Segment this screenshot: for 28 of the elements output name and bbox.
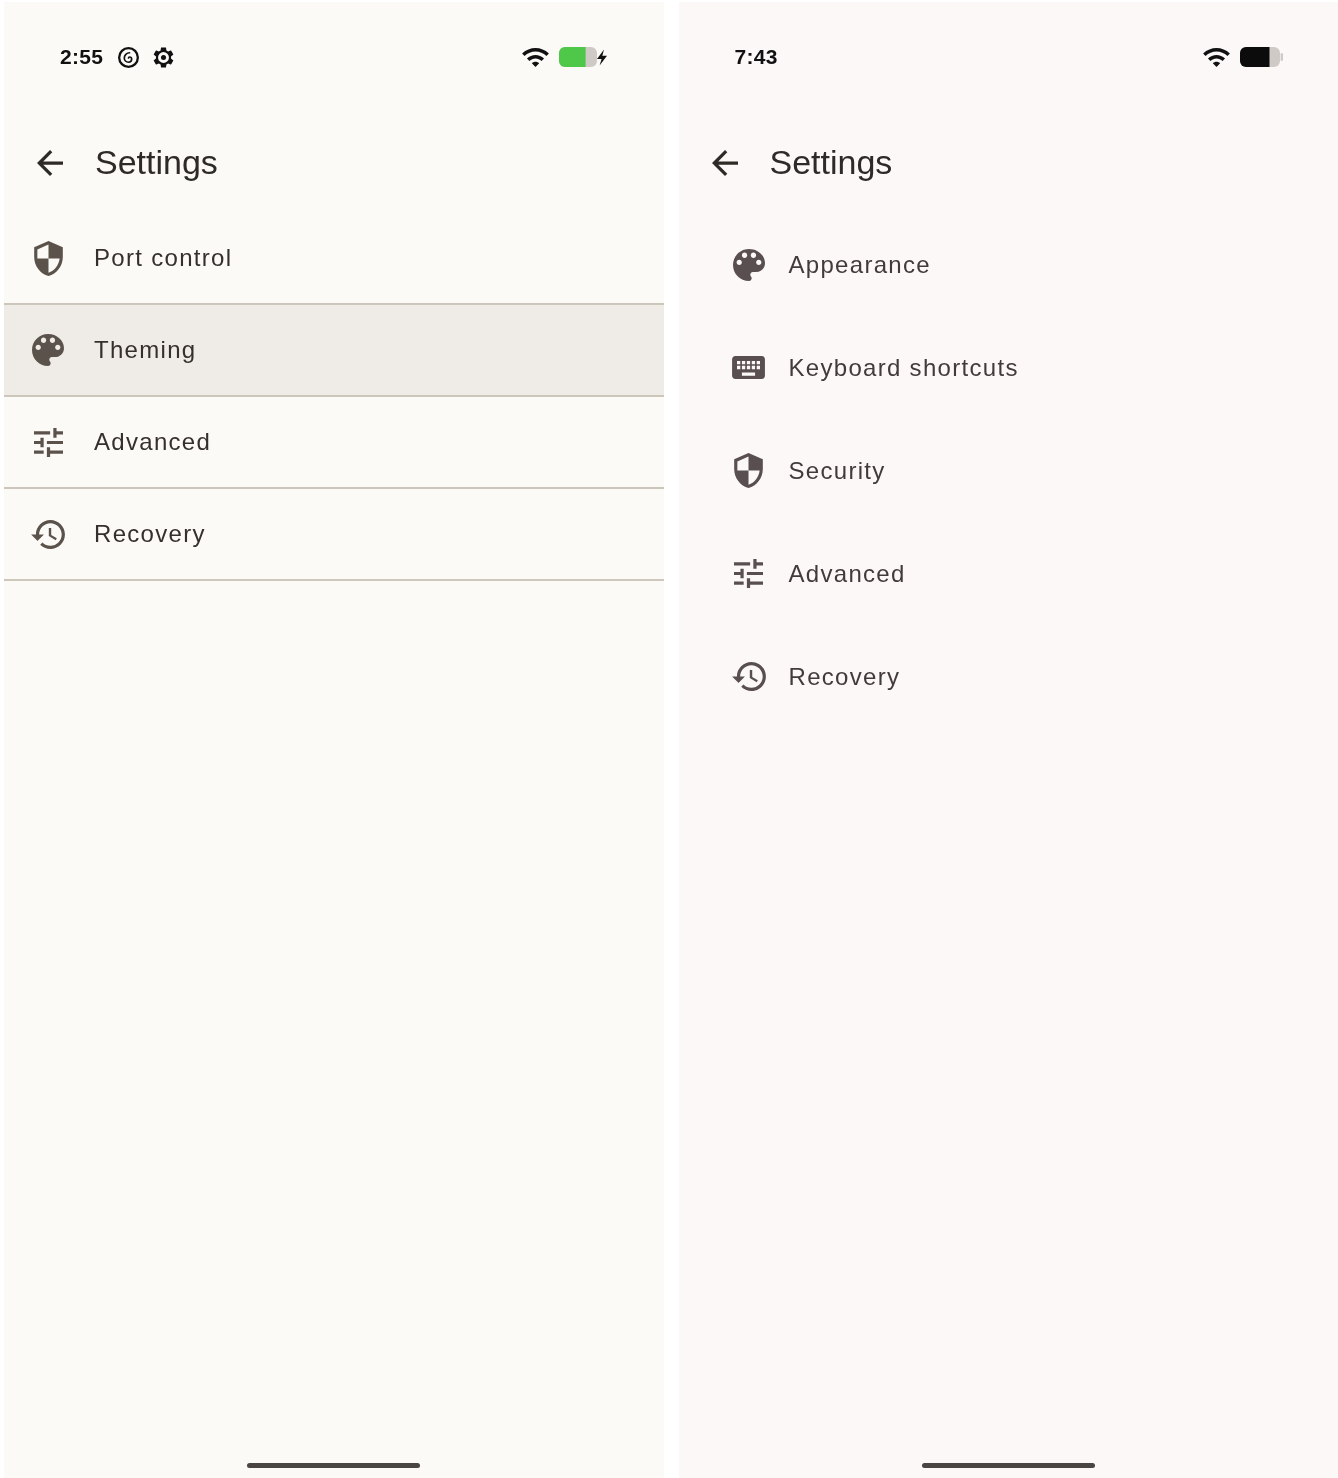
sliders-icon [33,427,63,457]
settings-item[interactable]: Advanced [678,522,1338,625]
status-time: 7:43 [734,45,778,69]
palette-icon [32,334,64,366]
screen-title: Settings [769,143,893,182]
palette-icon [732,248,765,281]
status-time: 2:55 [60,45,104,69]
sliders-icon [734,559,763,588]
settings-item[interactable]: Appearance [678,213,1338,316]
shield-icon [734,453,763,488]
settings-item[interactable]: Security [678,419,1338,522]
shield-icon [33,240,63,276]
settings-item[interactable]: Recovery [4,489,664,579]
settings-item[interactable]: Recovery [678,625,1338,728]
settings-item[interactable]: Theming [4,305,664,395]
arrow-left-icon [711,149,738,176]
spiral-icon [118,46,140,68]
history-icon [731,662,766,691]
settings-item[interactable]: Advanced [4,397,664,487]
arrow-left-icon [37,149,63,176]
screen-title: Settings [95,143,218,182]
wifi-icon [521,47,549,67]
gear-icon [153,46,175,68]
keyboard-icon [732,356,765,379]
wifi-icon [1203,47,1230,67]
settings-item[interactable]: Port control [4,213,664,303]
history-icon [31,519,65,549]
settings-item[interactable]: Keyboard shortcuts [678,316,1338,419]
